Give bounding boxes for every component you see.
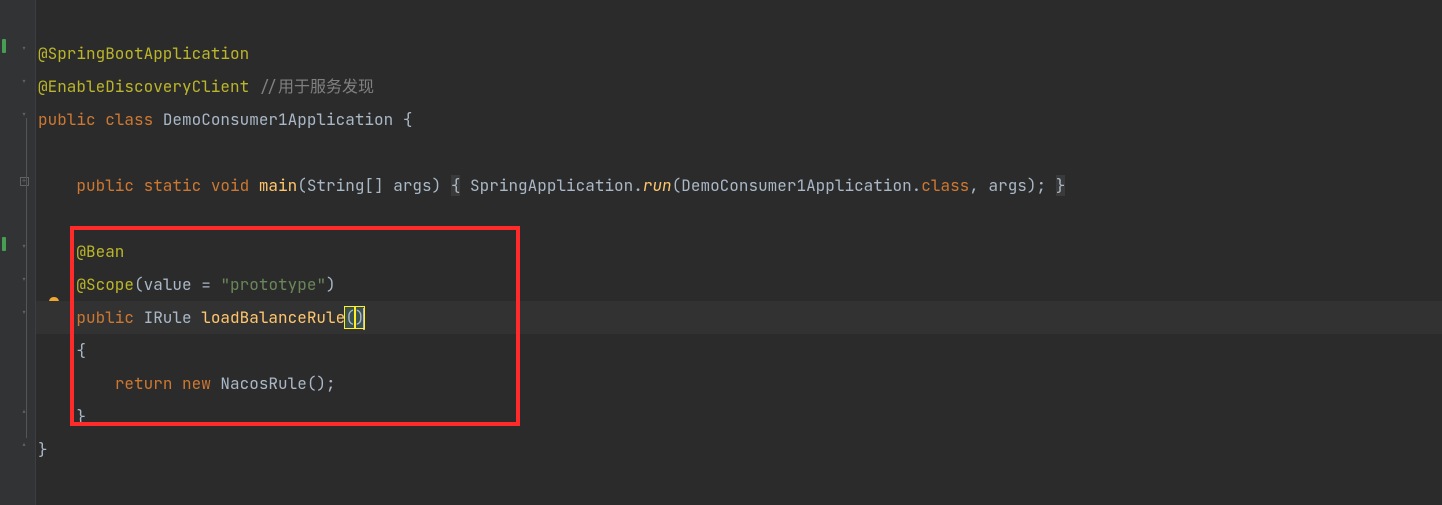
keyword: public (38, 109, 105, 130)
brace: { (403, 109, 413, 130)
fold-toggle-icon[interactable]: ▴ (18, 438, 30, 450)
paren-matched: ( (345, 307, 355, 328)
code-line: public class DemoConsumer1Application { (36, 103, 1442, 136)
paren: ( (134, 274, 144, 295)
fold-toggle-icon[interactable]: ▾ (18, 273, 30, 285)
code-line: @EnableDiscoveryClient //用于服务发现 (36, 70, 1442, 103)
annotation: @EnableDiscoveryClient (38, 76, 249, 97)
annotation: @Bean (76, 241, 124, 262)
class-name: DemoConsumer1Application (163, 109, 403, 130)
code-line: return new NacosRule(); (36, 367, 1442, 400)
folded-brace[interactable]: } (1056, 175, 1066, 196)
annotation: @Scope (76, 274, 134, 295)
method-name: main (259, 175, 297, 196)
constructor-call: NacosRule(); (220, 373, 335, 394)
code-line (36, 202, 1442, 235)
code-line (36, 136, 1442, 169)
code-text: (DemoConsumer1Application. (672, 175, 922, 196)
code-line (36, 4, 1442, 37)
keyword: public (76, 175, 143, 196)
keyword: class (105, 109, 163, 130)
comment: //用于服务发现 (249, 76, 374, 97)
keyword: new (182, 373, 220, 394)
run-marker-icon[interactable] (2, 39, 6, 53)
paren: ) (326, 274, 336, 295)
keyword: public (76, 307, 143, 328)
annotation: @SpringBootApplication (38, 43, 249, 64)
method-name: loadBalanceRule (201, 307, 345, 328)
brace: { (76, 340, 86, 361)
keyword: static (144, 175, 211, 196)
code-editor[interactable]: @SpringBootApplication @EnableDiscoveryC… (36, 0, 1442, 466)
brace: } (38, 439, 48, 460)
code-text: , args); (969, 175, 1055, 196)
fold-toggle-icon[interactable]: ▾ (18, 75, 30, 87)
folded-brace[interactable]: { (451, 175, 461, 196)
fold-toggle-icon[interactable]: ▾ (18, 42, 30, 54)
code-line: @Bean (36, 235, 1442, 268)
expand-fold-icon[interactable]: + (18, 175, 30, 187)
attr-name: value = (144, 274, 221, 295)
editor-gutter: ▾ ▾ ▾ + ▾ ▾ ▾ ▴ ▴ (0, 0, 36, 505)
keyword: void (211, 175, 259, 196)
code-text: SpringApplication. (460, 175, 642, 196)
fold-toggle-icon[interactable]: ▾ (18, 306, 30, 318)
type: IRule (144, 307, 202, 328)
run-marker-icon[interactable] (2, 237, 6, 251)
params: (String[] args) (297, 175, 451, 196)
code-line: { (36, 334, 1442, 367)
brace: } (76, 406, 86, 427)
static-method: run (643, 175, 672, 196)
string-literal: "prototype" (220, 274, 326, 295)
keyword: class (921, 175, 969, 196)
fold-guide-line (26, 118, 27, 438)
text-caret (363, 308, 365, 330)
fold-toggle-icon[interactable]: ▾ (18, 108, 30, 120)
code-line: } (36, 400, 1442, 433)
keyword: return (115, 373, 182, 394)
code-line: public static void main(String[] args) {… (36, 169, 1442, 202)
fold-toggle-icon[interactable]: ▴ (18, 405, 30, 417)
code-line: @Scope(value = "prototype") (36, 268, 1442, 301)
code-line: @SpringBootApplication (36, 37, 1442, 70)
fold-toggle-icon[interactable]: ▾ (18, 240, 30, 252)
code-line-current: public IRule loadBalanceRule() (36, 301, 1442, 334)
code-line: } (36, 433, 1442, 466)
